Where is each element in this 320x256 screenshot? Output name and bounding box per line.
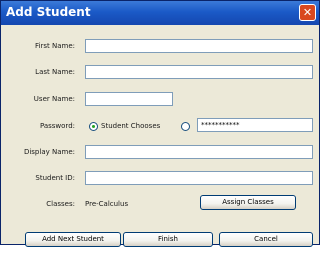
assign-classes-button[interactable]: Assign Classes bbox=[200, 195, 296, 210]
password-field[interactable]: *********** bbox=[197, 118, 313, 132]
cancel-button[interactable]: Cancel bbox=[219, 232, 313, 247]
student-chooses-radio[interactable] bbox=[89, 122, 98, 131]
student-id-field[interactable] bbox=[85, 171, 313, 185]
first-name-label: First Name: bbox=[35, 42, 75, 50]
set-password-radio[interactable] bbox=[181, 122, 190, 131]
user-name-label: User Name: bbox=[33, 95, 75, 103]
classes-value: Pre-Calculus bbox=[85, 200, 129, 208]
last-name-field[interactable] bbox=[85, 65, 313, 79]
title-bar[interactable]: Add Student ✕ bbox=[1, 1, 319, 25]
student-chooses-label[interactable]: Student Chooses bbox=[101, 122, 160, 130]
finish-button[interactable]: Finish bbox=[123, 232, 213, 247]
add-student-dialog: Add Student ✕ First Name: Last Name: Use… bbox=[0, 0, 320, 247]
close-icon[interactable]: ✕ bbox=[299, 4, 316, 21]
first-name-field[interactable] bbox=[85, 39, 313, 53]
add-next-student-button[interactable]: Add Next Student bbox=[25, 232, 121, 247]
last-name-label: Last Name: bbox=[35, 68, 75, 76]
password-label: Password: bbox=[39, 122, 75, 130]
radio-selected-dot bbox=[92, 125, 95, 128]
classes-label: Classes: bbox=[46, 200, 75, 208]
display-name-field[interactable] bbox=[85, 145, 313, 159]
dialog-title: Add Student bbox=[6, 5, 91, 19]
user-name-field[interactable] bbox=[85, 92, 173, 106]
student-id-label: Student ID: bbox=[35, 174, 75, 182]
display-name-label: Display Name: bbox=[23, 148, 75, 156]
